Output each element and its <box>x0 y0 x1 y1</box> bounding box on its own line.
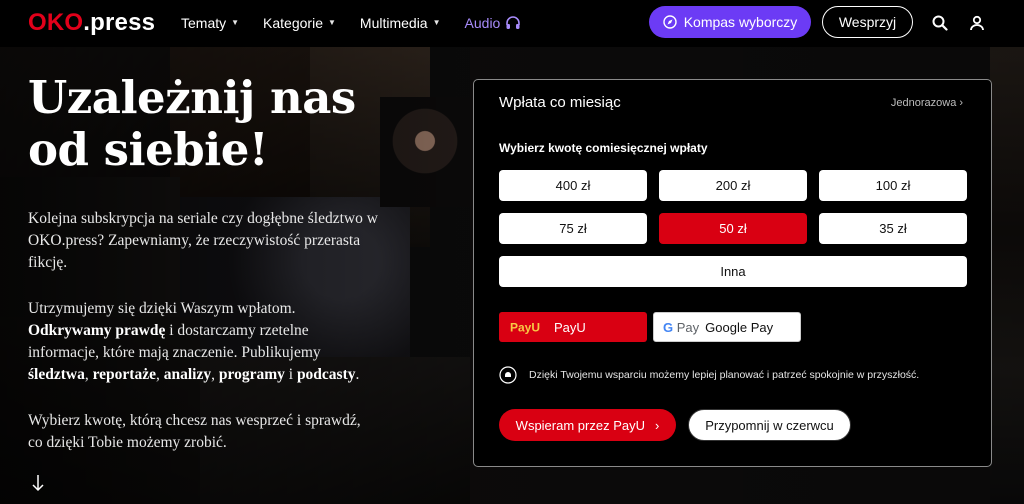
amount-option[interactable]: 400 zł <box>499 170 647 201</box>
nav-item-tematy[interactable]: Tematy ▼ <box>181 14 239 32</box>
logo-main: OKO <box>28 9 84 36</box>
kompas-wyborczy-button[interactable]: Kompas wyborczy <box>649 6 811 38</box>
bold-text: programy <box>218 366 285 383</box>
bold-text: analizy <box>163 366 212 383</box>
payu-logo-text: PayU <box>510 321 540 335</box>
kompas-label: Kompas wyborczy <box>683 14 798 30</box>
bold-text: śledztwa <box>28 366 85 383</box>
amount-option[interactable]: 35 zł <box>819 213 967 244</box>
nav-item-label: Tematy <box>181 15 227 31</box>
support-button[interactable]: Wesprzyj <box>822 6 913 38</box>
headphones-icon <box>506 16 521 29</box>
support-note-text: Dzięki Twojemu wsparciu możemy lepiej pl… <box>529 369 920 381</box>
bold-text: reportaże <box>92 366 156 383</box>
support-label: Wesprzyj <box>838 14 897 30</box>
hero-headline-block: Uzależnij nas od siebie! <box>28 72 388 176</box>
hero-paragraph: Wybierz kwotę, którą chcesz nas wesprzeć… <box>28 412 361 451</box>
caret-down-icon: ▼ <box>327 18 336 27</box>
search-icon[interactable] <box>932 15 948 31</box>
nav-item-label: Multimedia <box>359 15 428 31</box>
text: , <box>211 366 219 383</box>
nav-item-kategorie[interactable]: Kategorie ▼ <box>263 14 336 32</box>
hero-headline: Uzależnij nas od siebie! <box>28 72 388 176</box>
text: Utrzymujemy się dzięki Waszym wpłatom. <box>28 300 296 317</box>
donate-payu-button[interactable]: Wspieram przez PayU › <box>499 409 676 441</box>
caret-down-icon: ▼ <box>231 18 240 27</box>
site-header: OKO.press Tematy ▼ Kategorie ▼ Multimedi… <box>0 0 1024 47</box>
nav-item-multimedia[interactable]: Multimedia ▼ <box>360 14 441 32</box>
payu-logo-icon: PayU <box>510 321 540 335</box>
google-pay-method-button[interactable]: G Pay Google Pay <box>653 312 801 342</box>
remind-later-button[interactable]: Przypomnij w czerwcu <box>688 409 851 441</box>
arrow-down-icon[interactable] <box>31 474 45 492</box>
amount-option[interactable]: 100 zł <box>819 170 967 201</box>
amount-option-selected[interactable]: 50 zł <box>659 213 807 244</box>
bold-text: Odkrywamy prawdę <box>28 322 166 339</box>
google-pay-word: Pay <box>676 319 700 335</box>
hero-paragraph: Utrzymujemy się dzięki Waszym wpłatom. O… <box>28 298 378 386</box>
info-circle-icon <box>499 366 517 384</box>
payu-method-button[interactable]: PayU PayU <box>499 312 647 342</box>
google-g: G <box>663 319 674 335</box>
nav-item-audio[interactable]: Audio <box>465 14 522 32</box>
amount-select-label: Wybierz kwotę comiesięcznej wpłaty <box>499 141 708 155</box>
site-logo[interactable]: OKO.press <box>28 10 155 36</box>
text: i <box>284 366 297 383</box>
hero-paragraph: Kolejna subskrypcja na seriale czy dogłę… <box>28 210 378 271</box>
google-pay-label: Google Pay <box>705 319 774 335</box>
remind-label: Przypomnij w czerwcu <box>705 417 834 433</box>
amount-option[interactable]: 75 zł <box>499 213 647 244</box>
text: , <box>84 366 93 383</box>
amount-option-other[interactable]: Inna <box>499 256 967 287</box>
chevron-right-icon: › <box>959 97 963 109</box>
amount-option[interactable]: 200 zł <box>659 170 807 201</box>
google-pay-logo-icon: G Pay <box>663 320 699 335</box>
logo-suffix: .press <box>83 9 156 36</box>
headline-line: Uzależnij nas <box>28 71 356 124</box>
donate-label: Wspieram przez PayU <box>515 417 645 433</box>
caret-down-icon: ▼ <box>432 18 441 27</box>
nav-item-label: Audio <box>464 15 501 31</box>
panel-title: Wpłata co miesiąc <box>499 94 621 111</box>
text: . <box>355 366 360 383</box>
payu-label: PayU <box>554 319 586 335</box>
headline-line: od siebie! <box>28 123 269 176</box>
support-note: Dzięki Twojemu wsparciu możemy lepiej pl… <box>499 366 919 384</box>
nav-item-label: Kategorie <box>263 15 323 31</box>
one-time-link[interactable]: Jednorazowa › <box>891 97 963 109</box>
text: , <box>155 366 164 383</box>
user-icon[interactable] <box>969 15 985 31</box>
one-time-label: Jednorazowa <box>890 97 957 109</box>
bold-text: podcasty <box>296 366 356 383</box>
main-nav: Tematy ▼ Kategorie ▼ Multimedia ▼ Audio <box>181 14 545 32</box>
chevron-right-icon: › <box>654 417 660 433</box>
donation-panel: Wpłata co miesiąc Jednorazowa › Wybierz … <box>473 79 992 467</box>
compass-icon <box>663 15 677 29</box>
